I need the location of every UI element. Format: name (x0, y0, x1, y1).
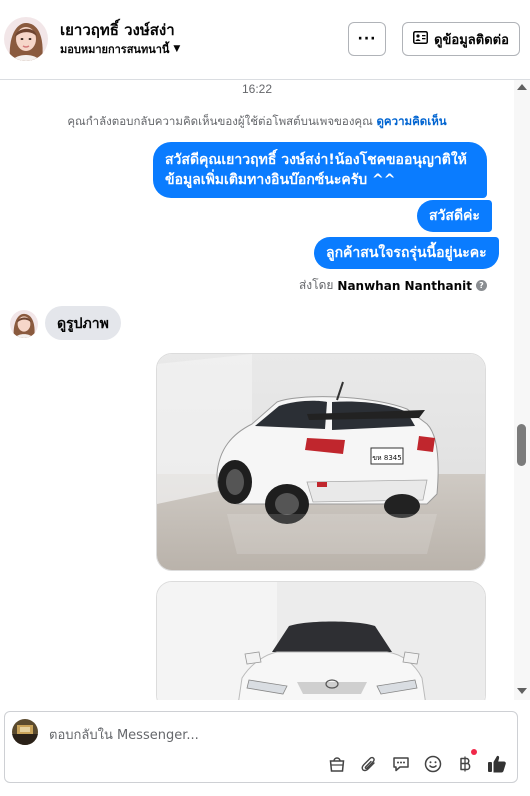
outgoing-message[interactable]: ลูกค้าสนใจรถรุ่นนี้อยู่นะคะ (314, 237, 499, 269)
more-options-button[interactable]: ··· (348, 22, 386, 56)
reply-context-text: คุณกำลังตอบกลับความคิดเห็นของผู้ใช้ต่อโพ… (67, 114, 373, 128)
message-composer: ตอบกลับใน Messenger... (0, 700, 530, 796)
contact-name[interactable]: เยาวฤทธิ์ วงษ์สง่า (60, 18, 175, 42)
reply-context-notice: คุณกำลังตอบกลับความคิดเห็นของผู้ใช้ต่อโพ… (0, 113, 514, 131)
car-photo-rear[interactable]: ขห 8345 (156, 353, 486, 571)
sent-by-info: ส่งโดย Nanwhan Nanthanit ? (299, 276, 487, 295)
scroll-thumb[interactable] (517, 424, 526, 466)
notification-dot (471, 749, 477, 755)
view-contact-info-button[interactable]: ดูข้อมูลติดต่อ (402, 22, 520, 56)
message-timestamp: 16:22 (241, 82, 273, 96)
thread-scrollbar[interactable] (514, 80, 530, 700)
view-comment-link[interactable]: ดูความคิดเห็น (376, 114, 446, 128)
license-plate-text: ขห 8345 (372, 454, 401, 462)
help-icon[interactable]: ? (476, 280, 487, 291)
sent-by-name: Nanwhan Nanthanit (337, 278, 472, 293)
view-contact-label: ดูข้อมูลติดต่อ (434, 32, 509, 48)
saved-reply-icon[interactable] (390, 753, 412, 775)
like-icon[interactable] (486, 753, 508, 775)
incoming-message[interactable]: ดูรูปภาพ (45, 306, 121, 340)
sent-by-label: ส่งโดย (298, 278, 334, 292)
outgoing-message[interactable]: สวัสดีคุณเยาวฤทธิ์ วงษ์สง่า!น้องโชคขออนุ… (153, 142, 487, 198)
emoji-icon[interactable] (422, 753, 444, 775)
message-thread: 16:22 คุณกำลังตอบกลับความคิดเห็นของผู้ใช… (0, 80, 514, 700)
bag-icon[interactable] (326, 753, 348, 775)
outgoing-message[interactable]: สวัสดีค่ะ (417, 200, 492, 232)
contact-card-icon (413, 30, 429, 48)
reply-input[interactable]: ตอบกลับใน Messenger... (4, 711, 518, 783)
assign-conversation-dropdown[interactable]: มอบหมายการสนทนานี้ ▼ (60, 40, 180, 58)
car-photo-front[interactable] (156, 581, 486, 700)
baht-icon[interactable] (454, 749, 477, 775)
assign-label: มอบหมายการสนทนานี้ (60, 43, 170, 56)
conversation-header: เยาวฤทธิ์ วงษ์สง่า มอบหมายการสนทนานี้ ▼ … (0, 0, 530, 80)
paperclip-icon[interactable] (358, 753, 380, 775)
caret-down-icon: ▼ (173, 44, 181, 54)
reply-placeholder: ตอบกลับใน Messenger... (49, 728, 199, 743)
scroll-up-arrow-icon[interactable] (517, 84, 527, 90)
more-icon: ··· (357, 31, 377, 47)
page-avatar (12, 719, 38, 745)
contact-avatar[interactable] (4, 17, 48, 61)
scroll-down-arrow-icon[interactable] (517, 688, 527, 694)
sender-avatar[interactable] (10, 310, 38, 338)
